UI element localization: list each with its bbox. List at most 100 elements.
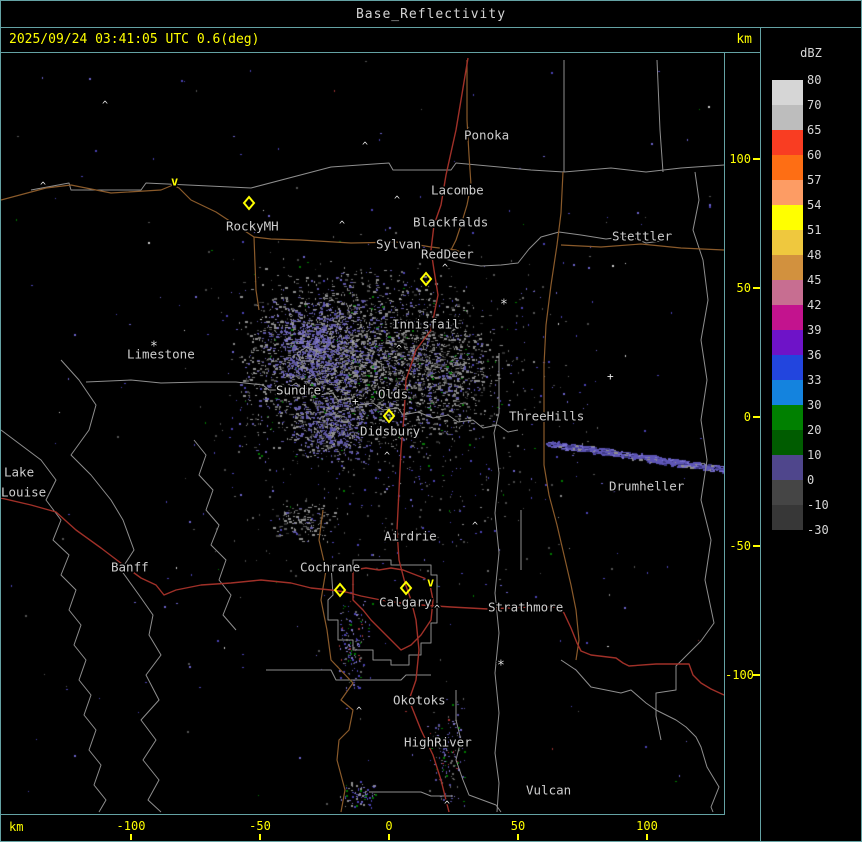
left-section: 2025/09/24 03:41:05 UTC 0.6(deg) km v v ^ ^… [1,28,761,841]
asterisk-marker-icon: * [500,298,508,313]
x-tick-label: 50 [510,819,526,833]
plus-marker-icon: + [352,395,359,408]
colorbar-swatch [772,130,803,155]
city-label: Calgary [379,595,432,610]
x-axis: km -100 -50 0 50 100 [1,815,760,841]
station-diamond-icon [419,271,433,287]
caret-marker-icon: ^ [472,521,478,532]
highway-line [1,497,422,606]
colorbar-tick-label: 65 [807,123,822,137]
radar-map-viewport[interactable]: v v ^ ^ ^ ^ ^ ^ ^ ^ ^ ^ ^ ^ * * * + + Ponoka Lacombe Blackfal… [1,53,725,815]
colorbar-tick-label: -30 [807,523,829,537]
colorbar-swatch [772,505,803,530]
colorbar-tick-label: 57 [807,173,822,187]
caret-marker-icon: ^ [362,141,368,152]
boundary-line [296,346,318,362]
map-row: v v ^ ^ ^ ^ ^ ^ ^ ^ ^ ^ ^ ^ * * * + + Ponoka Lacombe Blackfal… [1,53,760,815]
colorbar-tick-label: 45 [807,273,822,287]
colorbar-tick-label: 70 [807,98,822,112]
y-tick-mark [753,416,760,418]
city-label: Strathmore [488,600,563,615]
x-tick-mark [130,834,132,840]
city-label: Okotoks [393,693,446,708]
x-tick-mark [388,834,390,840]
city-label: Drumheller [609,479,685,494]
plus-marker-icon: + [607,370,614,383]
city-label: Airdrie [384,529,437,544]
colorbar-swatch [772,355,803,380]
city-label: Lake [4,465,34,480]
caret-marker-icon: ^ [442,263,448,274]
boundary-line [60,359,162,813]
colorbar-swatch [772,330,803,355]
caret-marker-icon: ^ [396,344,402,355]
x-tick-mark [646,834,648,840]
colorbar-swatch [772,455,803,480]
city-label: RockyMH [226,219,279,234]
colorbar-swatch [772,380,803,405]
road-line [318,509,354,813]
colorbar-tick-label: 60 [807,148,822,162]
radar-app-window: Base_Reflectivity 2025/09/24 03:41:05 UT… [0,0,862,842]
boundary-line [656,59,664,173]
city-label: Ponoka [464,128,509,143]
colorbar-swatch [772,255,803,280]
colorbar-tick-label: 48 [807,248,822,262]
y-tick-label: 100 [729,152,751,166]
x-tick-label: 100 [636,819,658,833]
colorbar-tick-label: 51 [807,223,822,237]
colorbar-swatch [772,405,803,430]
highway-line [420,604,724,696]
boundary-line [493,353,500,813]
y-axis: 100 50 0 -50 -100 [725,53,760,815]
colorbar-title: dBZ [800,46,822,60]
colorbar-tick-label: 0 [807,473,815,487]
city-label: Innisfail [392,317,460,332]
colorbar-swatch [772,280,803,305]
city-label: Olds [378,387,408,402]
y-tick-mark [753,674,760,676]
colorbar-tick-label: 42 [807,298,822,312]
info-bar: 2025/09/24 03:41:05 UTC 0.6(deg) km [1,28,760,53]
colorbar-swatch [772,105,803,130]
caret-marker-icon: ^ [356,706,362,717]
title-bar: Base_Reflectivity [1,1,861,28]
city-label: Blackfalds [413,215,488,230]
boundary-line [655,171,715,741]
station-diamond-icon [333,582,347,598]
caret-marker-icon: ^ [339,220,345,231]
y-axis-unit-label: km [736,32,752,47]
caret-marker-icon: ^ [40,181,46,192]
x-axis-unit-label: km [9,820,24,834]
colorbar-tick-label: -10 [807,498,829,512]
city-label: Cochrane [300,560,360,575]
x-tick-label: -50 [249,819,271,833]
colorbar-swatch [772,155,803,180]
window-title: Base_Reflectivity [355,6,507,22]
vee-marker-icon: v [171,175,178,189]
main-area: 2025/09/24 03:41:05 UTC 0.6(deg) km v v ^ ^… [1,28,861,841]
city-label: Louise [1,485,46,500]
city-label: RedDeer [421,247,474,262]
city-label: Sylvan [376,237,421,252]
city-label: Stettler [612,229,673,244]
colorbar-swatch [772,480,803,505]
colorbar-tick-label: 30 [807,398,822,412]
city-label: Banff [111,560,149,575]
colorbar-tick-label: 39 [807,323,822,337]
y-tick-label: -100 [725,668,754,682]
vee-marker-icon: v [427,576,434,590]
boundary-line [560,659,720,813]
colorbar-tick-label: 54 [807,198,822,212]
timestamp-label: 2025/09/24 03:41:05 UTC 0.6(deg) [9,32,260,47]
x-tick-label: -100 [116,819,146,833]
y-tick-mark [753,287,760,289]
y-tick-mark [753,545,760,547]
city-label: Sundre [276,383,321,398]
boundary-line [193,439,237,631]
city-label: Limestone [127,347,195,362]
colorbar-tick-label: 10 [807,448,822,462]
colorbar-swatch [772,205,803,230]
caret-marker-icon: ^ [102,100,108,111]
colorbar-swatch [772,230,803,255]
